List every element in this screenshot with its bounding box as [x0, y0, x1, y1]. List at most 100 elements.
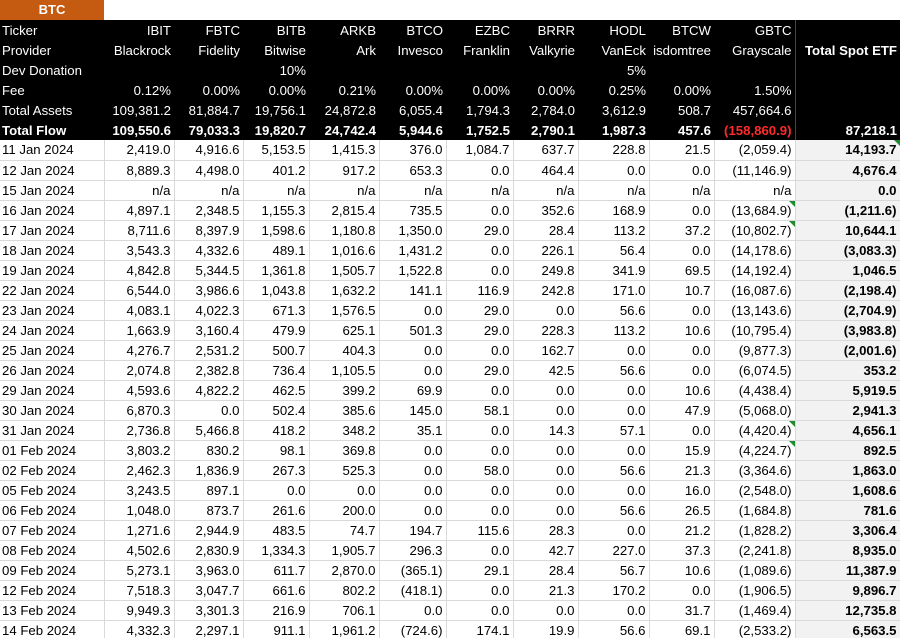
flow-cell[interactable]: 0.0	[379, 300, 447, 321]
flow-cell[interactable]: (13,143.6)	[714, 300, 796, 321]
flow-cell[interactable]: 28.4	[513, 220, 579, 241]
flow-cell[interactable]: 116.9	[446, 280, 514, 301]
flow-cell[interactable]: 0.0	[379, 360, 447, 381]
flow-cell[interactable]: 3,803.2	[104, 440, 175, 461]
flow-cell[interactable]: 5,466.8	[174, 420, 244, 441]
flow-cell[interactable]: 58.1	[446, 400, 514, 421]
date-cell[interactable]: 16 Jan 2024	[0, 200, 105, 221]
flow-cell[interactable]: 14.3	[513, 420, 579, 441]
flow-cell[interactable]: 0.0	[446, 200, 514, 221]
total-flow-cell[interactable]: 11,387.9	[795, 560, 900, 581]
flow-cell[interactable]: 0.0	[513, 400, 579, 421]
flow-cell[interactable]: 227.0	[578, 540, 650, 561]
header-cell[interactable]: 5%	[578, 60, 649, 80]
flow-cell[interactable]: 56.6	[578, 300, 650, 321]
flow-cell[interactable]: 296.3	[379, 540, 447, 561]
flow-cell[interactable]: 4,083.1	[104, 300, 175, 321]
header-cell[interactable]: 6,055.4	[379, 100, 446, 120]
header-cell[interactable]: BITB	[243, 20, 309, 40]
flow-cell[interactable]: 501.3	[379, 320, 447, 341]
flow-cell[interactable]: (418.1)	[379, 580, 447, 601]
header-cell[interactable]: 2,790.1	[513, 120, 578, 140]
flow-cell[interactable]: 653.3	[379, 160, 447, 181]
flow-cell[interactable]: 802.2	[309, 580, 380, 601]
flow-cell[interactable]: 4,916.6	[174, 140, 244, 161]
flow-cell[interactable]: 19.9	[513, 620, 579, 638]
flow-cell[interactable]: 1,334.3	[243, 540, 310, 561]
total-flow-cell[interactable]: 14,193.7	[795, 140, 900, 161]
flow-cell[interactable]: 6,544.0	[104, 280, 175, 301]
header-cell[interactable]: 109,550.6	[104, 120, 174, 140]
flow-cell[interactable]: 3,963.0	[174, 560, 244, 581]
flow-cell[interactable]: 145.0	[379, 400, 447, 421]
header-cell[interactable]: 3,612.9	[578, 100, 649, 120]
header-cell[interactable]: BTCW	[649, 20, 714, 40]
header-cell[interactable]: ARKB	[309, 20, 379, 40]
flow-cell[interactable]: 0.0	[446, 580, 514, 601]
flow-cell[interactable]: 0.0	[578, 160, 650, 181]
date-cell[interactable]: 07 Feb 2024	[0, 520, 105, 541]
flow-cell[interactable]: 174.1	[446, 620, 514, 638]
flow-cell[interactable]: 8,711.6	[104, 220, 175, 241]
flow-cell[interactable]: n/a	[446, 180, 514, 201]
flow-cell[interactable]: n/a	[104, 180, 175, 201]
header-cell[interactable]: 24,872.8	[309, 100, 379, 120]
total-flow-cell[interactable]: 892.5	[795, 440, 900, 461]
flow-cell[interactable]: 2,074.8	[104, 360, 175, 381]
header-cell[interactable]: Valkyrie	[513, 40, 578, 60]
flow-cell[interactable]: 2,382.8	[174, 360, 244, 381]
total-spot-etf-cell[interactable]	[794, 60, 900, 80]
date-cell[interactable]: 29 Jan 2024	[0, 380, 105, 401]
flow-cell[interactable]: 1,663.9	[104, 320, 175, 341]
flow-cell[interactable]: 0.0	[174, 400, 244, 421]
total-flow-cell[interactable]: 2,941.3	[795, 400, 900, 421]
flow-cell[interactable]: 911.1	[243, 620, 310, 638]
flow-cell[interactable]: 37.2	[649, 220, 715, 241]
flow-cell[interactable]: 404.3	[309, 340, 380, 361]
flow-cell[interactable]: 1,836.9	[174, 460, 244, 481]
flow-cell[interactable]: 0.0	[578, 400, 650, 421]
total-spot-etf-cell[interactable]	[794, 20, 900, 40]
flow-cell[interactable]: 1,905.7	[309, 540, 380, 561]
flow-cell[interactable]: 3,301.3	[174, 600, 244, 621]
flow-cell[interactable]: 113.2	[578, 320, 650, 341]
header-cell[interactable]	[104, 60, 174, 80]
flow-cell[interactable]: 0.0	[578, 440, 650, 461]
flow-cell[interactable]: 3,047.7	[174, 580, 244, 601]
flow-cell[interactable]: n/a	[714, 180, 796, 201]
flow-cell[interactable]: 2,348.5	[174, 200, 244, 221]
flow-cell[interactable]: 0.0	[649, 240, 715, 261]
flow-cell[interactable]: 1,084.7	[446, 140, 514, 161]
total-flow-cell[interactable]: 1,863.0	[795, 460, 900, 481]
flow-cell[interactable]: 228.8	[578, 140, 650, 161]
header-cell[interactable]: 0.12%	[104, 80, 174, 100]
flow-cell[interactable]: 0.0	[513, 500, 579, 521]
flow-cell[interactable]: 735.5	[379, 200, 447, 221]
flow-cell[interactable]: (2,533.2)	[714, 620, 796, 638]
flow-cell[interactable]: 2,870.0	[309, 560, 380, 581]
flow-cell[interactable]: 3,986.6	[174, 280, 244, 301]
flow-cell[interactable]: 261.6	[243, 500, 310, 521]
total-flow-cell[interactable]: 5,919.5	[795, 380, 900, 401]
flow-cell[interactable]: (13,684.9)	[714, 200, 796, 221]
flow-cell[interactable]: 0.0	[578, 480, 650, 501]
flow-cell[interactable]: 168.9	[578, 200, 650, 221]
header-cell[interactable]	[446, 60, 513, 80]
flow-cell[interactable]: 29.1	[446, 560, 514, 581]
flow-cell[interactable]: 0.0	[649, 360, 715, 381]
flow-cell[interactable]: 31.7	[649, 600, 715, 621]
flow-cell[interactable]: 0.0	[578, 380, 650, 401]
flow-cell[interactable]: 525.3	[309, 460, 380, 481]
flow-cell[interactable]: 637.7	[513, 140, 579, 161]
flow-cell[interactable]: 0.0	[513, 460, 579, 481]
header-cell[interactable]: 19,756.1	[243, 100, 309, 120]
flow-cell[interactable]: 29.0	[446, 360, 514, 381]
flow-cell[interactable]: 10.7	[649, 280, 715, 301]
flow-cell[interactable]: 21.3	[649, 460, 715, 481]
flow-cell[interactable]: 56.4	[578, 240, 650, 261]
flow-cell[interactable]: 385.6	[309, 400, 380, 421]
flow-cell[interactable]: 5,273.1	[104, 560, 175, 581]
flow-cell[interactable]: 0.0	[379, 600, 447, 621]
date-cell[interactable]: 11 Jan 2024	[0, 140, 105, 161]
row-label[interactable]: Total Flow	[0, 120, 104, 140]
